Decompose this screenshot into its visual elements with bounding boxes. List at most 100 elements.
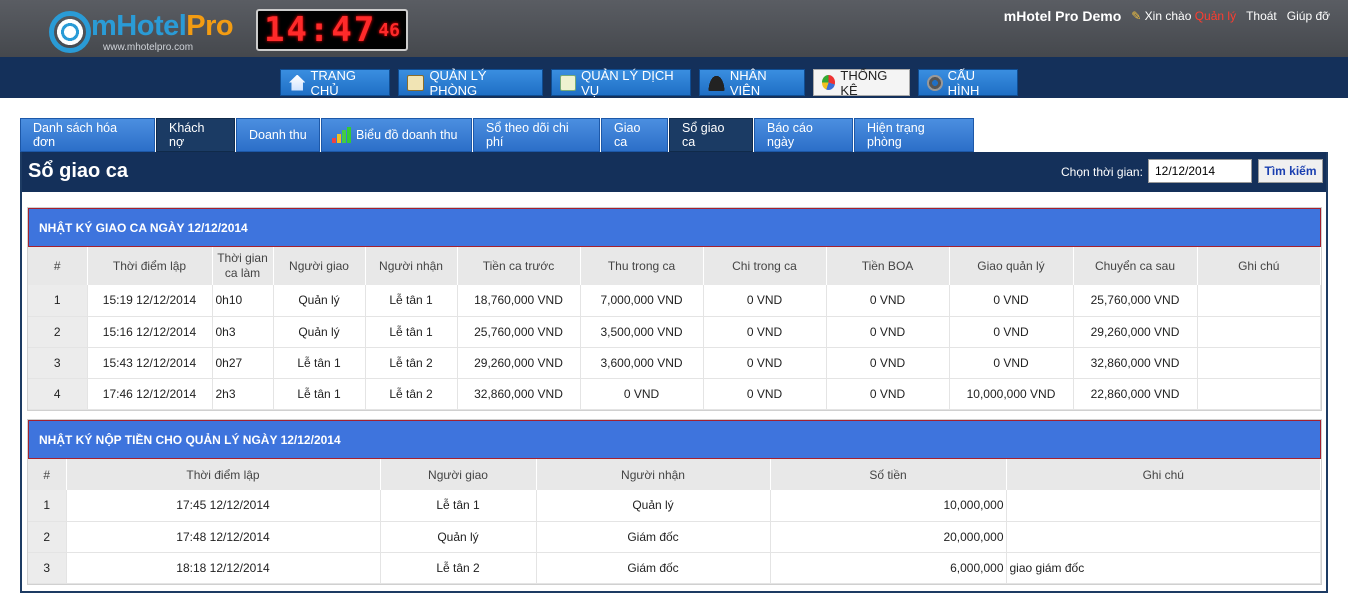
cell-expense: 0 VND [703, 316, 827, 348]
col-received-by: Người nhận [365, 247, 458, 285]
cell-created-time: 15:16 12/12/2014 [87, 316, 213, 348]
table-row[interactable]: 1 17:45 12/12/2014 Lễ tân 1 Quản lý 10,0… [28, 490, 1321, 522]
row-index: 1 [28, 490, 67, 522]
tab-daily-report[interactable]: Báo cáo ngày [754, 118, 853, 152]
tab-invoice-list-label: Danh sách hóa đơn [33, 121, 118, 149]
cell-expense: 0 VND [703, 285, 827, 317]
username[interactable]: Quản lý [1195, 9, 1236, 23]
cell-previous-cash: 18,760,000 VND [457, 285, 581, 317]
nav-home-label: TRANG CHỦ [310, 67, 356, 98]
cell-note: giao giám đốc [1006, 552, 1321, 584]
tab-room-status[interactable]: Hiện trạng phòng [854, 118, 974, 152]
table-row[interactable]: 3 15:43 12/12/2014 0h27 Lễ tân 1 Lễ tân … [28, 347, 1321, 379]
tab-invoice-list[interactable]: Danh sách hóa đơn [20, 118, 155, 152]
cell-carry-over: 32,860,000 VND [1073, 347, 1198, 379]
col-to-manager: Giao quản lý [949, 247, 1074, 285]
col-amount: Số tiền [770, 459, 1007, 490]
cell-shift-duration: 0h3 [212, 316, 274, 348]
table-row[interactable]: 1 15:19 12/12/2014 0h10 Quản lý Lễ tân 1… [28, 285, 1321, 317]
col-income: Thu trong ca [580, 247, 704, 285]
cell-received-by: Lễ tân 1 [365, 316, 458, 348]
cell-carry-over: 22,860,000 VND [1073, 378, 1198, 410]
greeting-text: Xin chào [1144, 9, 1192, 23]
cell-income: 3,600,000 VND [580, 347, 704, 379]
cell-income: 3,500,000 VND [580, 316, 704, 348]
col-expense: Chi trong ca [703, 247, 827, 285]
cell-previous-cash: 32,860,000 VND [457, 378, 581, 410]
logout-link[interactable]: Thoát [1246, 9, 1277, 23]
search-button[interactable]: Tìm kiếm [1258, 159, 1323, 183]
payment-log-table: # Thời điểm lập Người giao Người nhận Số… [28, 459, 1321, 584]
col-shift-duration: Thời gian ca làm [212, 247, 274, 285]
row-index: 2 [28, 316, 88, 348]
cell-handed-by: Lễ tân 2 [380, 552, 537, 584]
panel-header: Sổ giao ca Chọn thời gian: Tìm kiếm [22, 152, 1326, 192]
cell-note [1006, 521, 1321, 553]
col-carry-over: Chuyển ca sau [1073, 247, 1198, 285]
payment-log-title: NHẬT KÝ NỘP TIỀN CHO QUẢN LÝ NGÀY 12/12/… [28, 420, 1321, 459]
tab-revenue-chart[interactable]: Biểu đồ doanh thu [321, 118, 472, 152]
tab-shift-handover[interactable]: Giao ca [601, 118, 668, 152]
tab-shift-handover-label: Giao ca [614, 121, 641, 149]
cell-tips: 0 VND [826, 347, 950, 379]
nav-staff[interactable]: NHÂN VIÊN [699, 68, 805, 98]
cell-handed-by: Quản lý [273, 285, 366, 317]
shift-log-table: # Thời điểm lập Thời gian ca làm Người g… [28, 247, 1321, 410]
tab-debtors[interactable]: Khách nợ [156, 118, 235, 152]
cell-tips: 0 VND [826, 285, 950, 317]
logo-accent-text: Pro [186, 10, 234, 42]
nav-service-management[interactable]: QUẢN LÝ DỊCH VỤ [551, 67, 691, 98]
cell-carry-over: 29,260,000 VND [1073, 316, 1198, 348]
col-handed-by: Người giao [380, 459, 537, 490]
tab-shift-book[interactable]: Sổ giao ca [669, 118, 753, 152]
cell-expense: 0 VND [703, 347, 827, 379]
nav-service-label: QUẢN LÝ DỊCH VỤ [581, 67, 674, 98]
logo-ring-icon [49, 11, 91, 53]
row-index: 2 [28, 521, 67, 553]
mhotelpro-logo[interactable]: mHotelPro www.mhotelpro.com [47, 8, 234, 54]
cell-note [1197, 347, 1321, 379]
col-index: # [28, 247, 88, 285]
tab-room-status-label: Hiện trạng phòng [867, 121, 925, 149]
greeting: ✎ Xin chào Quản lý [1131, 9, 1236, 23]
cell-handed-by: Quản lý [273, 316, 366, 348]
cell-created-time: 15:19 12/12/2014 [87, 285, 213, 317]
tab-revenue-label: Doanh thu [249, 128, 307, 142]
col-created-time: Thời điểm lập [87, 247, 213, 285]
table-row[interactable]: 2 15:16 12/12/2014 0h3 Quản lý Lễ tân 1 … [28, 316, 1321, 348]
row-index: 4 [28, 378, 88, 410]
cell-note [1006, 490, 1321, 522]
shift-book-panel: Sổ giao ca Chọn thời gian: Tìm kiếm NHẬT… [20, 152, 1328, 593]
col-note: Ghi chú [1197, 247, 1321, 285]
cell-to-manager: 0 VND [949, 316, 1074, 348]
table-row[interactable]: 4 17:46 12/12/2014 2h3 Lễ tân 1 Lễ tân 2… [28, 378, 1321, 410]
receipt-icon [560, 74, 577, 91]
cell-tips: 0 VND [826, 378, 950, 410]
cell-to-manager: 0 VND [949, 347, 1074, 379]
tab-revenue-chart-label: Biểu đồ doanh thu [356, 128, 458, 142]
nav-home[interactable]: TRANG CHỦ [280, 67, 390, 98]
cell-income: 7,000,000 VND [580, 285, 704, 317]
tab-revenue[interactable]: Doanh thu [236, 118, 320, 152]
table-row[interactable]: 2 17:48 12/12/2014 Quản lý Giám đốc 20,0… [28, 521, 1321, 553]
pie-chart-icon [822, 75, 836, 90]
nav-settings[interactable]: CẤU HÌNH [918, 68, 1018, 98]
nav-statistics-label: THỐNG KÊ [840, 67, 888, 98]
row-index: 3 [28, 552, 67, 584]
tab-expense-ledger-label: Sổ theo dõi chi phí [486, 121, 569, 149]
cell-amount: 10,000,000 [770, 490, 1007, 522]
date-filter-input[interactable] [1148, 159, 1252, 183]
help-link[interactable]: Giúp đỡ [1287, 9, 1330, 23]
col-received-by: Người nhận [536, 459, 771, 490]
tab-daily-report-label: Báo cáo ngày [767, 121, 813, 149]
tab-expense-ledger[interactable]: Sổ theo dõi chi phí [473, 118, 600, 152]
app-brand: mHotel Pro Demo [1003, 8, 1122, 24]
table-row[interactable]: 3 18:18 12/12/2014 Lễ tân 2 Giám đốc 6,0… [28, 552, 1321, 584]
nav-room-management[interactable]: QUẢN LÝ PHÒNG [398, 68, 543, 98]
cell-created-time: 15:43 12/12/2014 [87, 347, 213, 379]
cell-note [1197, 285, 1321, 317]
book-icon [407, 74, 425, 91]
cell-shift-duration: 0h27 [212, 347, 274, 379]
nav-statistics[interactable]: THỐNG KÊ [813, 67, 910, 98]
cell-handed-by: Lễ tân 1 [273, 347, 366, 379]
